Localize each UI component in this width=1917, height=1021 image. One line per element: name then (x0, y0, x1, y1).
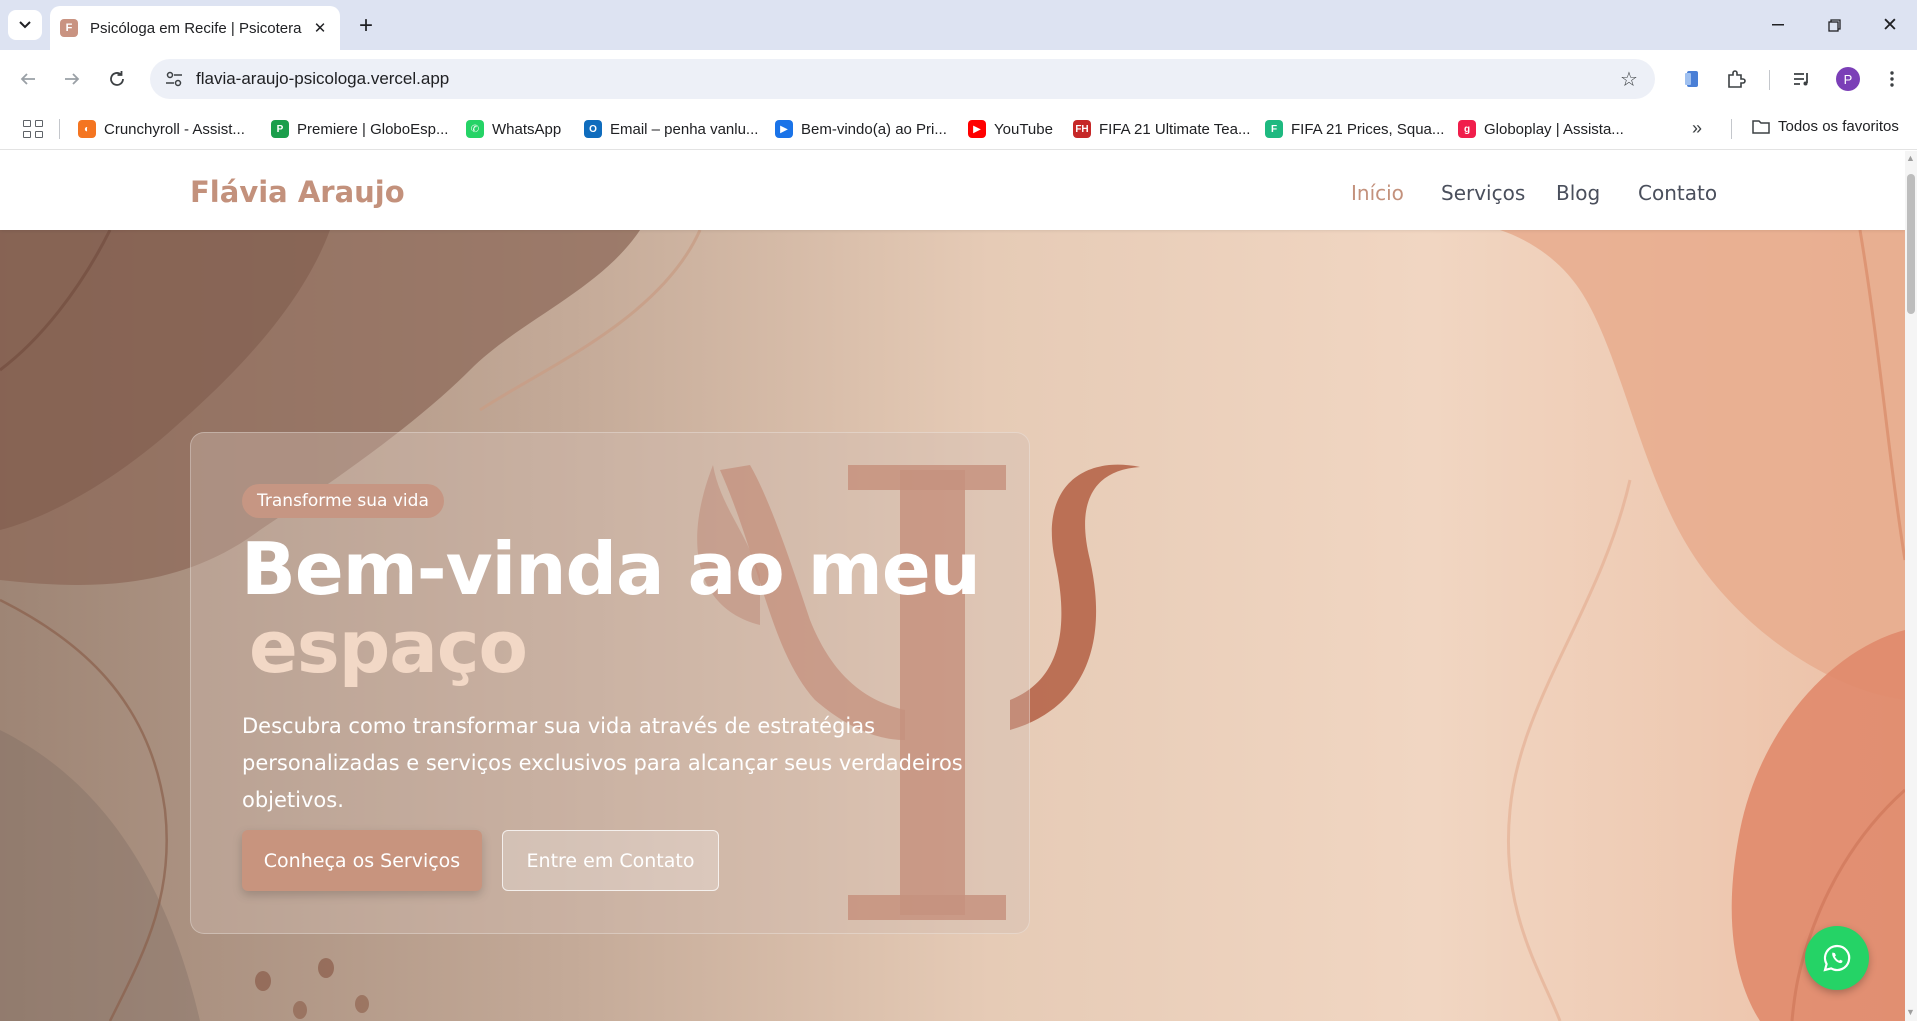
bookmark-label: FIFA 21 Prices, Squa... (1291, 120, 1445, 138)
bookmark-label: Email – penha vanlu... (610, 120, 759, 138)
bookmarks-bar: ◐ Crunchyroll - Assist... P Premiere | Glob… (0, 108, 1917, 150)
browser-toolbar: flavia-araujo-psicologa.vercel.app ☆ P (0, 50, 1917, 108)
folder-icon (1752, 119, 1770, 134)
more-bookmarks-icon[interactable]: » (1692, 118, 1702, 139)
whatsapp-icon (1823, 944, 1851, 972)
tab-title: Psicóloga em Recife | Psicoterap (90, 19, 302, 37)
site-header: Flávia Araujo Início Serviços Blog Conta… (0, 151, 1905, 230)
all-bookmarks-label: Todos os favoritos (1778, 118, 1899, 135)
close-window-button[interactable]: ✕ (1868, 8, 1912, 42)
bookmark-star-icon[interactable]: ☆ (1617, 67, 1641, 91)
services-button[interactable]: Conheça os Serviços (242, 830, 482, 891)
apps-grid-icon[interactable] (20, 117, 44, 141)
bookmark-label: Globoplay | Assista... (1484, 120, 1624, 138)
bookmark-item[interactable]: ✆ WhatsApp (466, 118, 561, 140)
nav-servicos[interactable]: Serviços (1441, 181, 1525, 205)
back-button[interactable] (12, 63, 44, 95)
hero-badge: Transforme sua vida (242, 484, 444, 518)
bookmark-item[interactable]: P Premiere | GloboEsp... (271, 118, 448, 140)
tab-strip: F Psicóloga em Recife | Psicoterap ✕ + ✕ (0, 0, 1917, 50)
reading-mode-icon[interactable] (1676, 63, 1708, 95)
page-viewport: Flávia Araujo Início Serviços Blog Conta… (0, 151, 1905, 1021)
bookmark-item[interactable]: ▶ YouTube (968, 118, 1053, 140)
bookmark-label: Bem-vindo(a) ao Pri... (801, 120, 947, 138)
active-tab[interactable]: F Psicóloga em Recife | Psicoterap ✕ (50, 6, 340, 50)
scrollbar-thumb[interactable] (1907, 174, 1915, 314)
bookmark-item[interactable]: O Email – penha vanlu... (584, 118, 758, 140)
hero-description: Descubra como transformar sua vida atrav… (242, 714, 963, 812)
bookmark-label: Premiere | GloboEsp... (297, 120, 449, 138)
media-control-icon[interactable] (1786, 63, 1818, 95)
extensions-icon[interactable] (1720, 63, 1752, 95)
close-icon[interactable]: ✕ (310, 18, 330, 38)
hero-card: Transforme sua vida Bem-vinda ao meu esp… (190, 432, 1030, 934)
bookmark-label: FIFA 21 Ultimate Tea... (1099, 120, 1251, 138)
bookmark-label: YouTube (994, 120, 1053, 138)
forward-button[interactable] (56, 63, 88, 95)
tab-search-button[interactable] (8, 10, 42, 40)
bookmark-favicon-icon: F (1265, 120, 1283, 138)
site-logo[interactable]: Flávia Araujo (190, 175, 405, 209)
restore-button[interactable] (1812, 8, 1856, 42)
bookmark-favicon-icon: P (271, 120, 289, 138)
scroll-down-arrow-icon[interactable]: ▼ (1906, 1007, 1915, 1017)
bookmark-item[interactable]: ◐ Crunchyroll - Assist... (78, 118, 245, 140)
bookmark-favicon-icon: O (584, 120, 602, 138)
page-scrollbar[interactable]: ▲ ▼ (1905, 151, 1917, 1021)
hero-headline-accent: espaço (249, 605, 528, 689)
arrow-left-icon (20, 73, 35, 85)
bookmark-item[interactable]: g Globoplay | Assista... (1458, 118, 1624, 140)
site-favicon-icon: F (60, 19, 78, 37)
bookmark-label: WhatsApp (492, 120, 562, 138)
reload-icon (110, 71, 124, 86)
nav-blog[interactable]: Blog (1556, 181, 1600, 205)
toolbar-divider (1769, 70, 1770, 90)
bookmarks-divider (1731, 119, 1732, 139)
whatsapp-float-button[interactable] (1805, 926, 1869, 990)
bookmark-label: Crunchyroll - Assist... (104, 120, 245, 138)
profile-avatar[interactable]: P (1836, 67, 1860, 91)
bookmark-favicon-icon: g (1458, 120, 1476, 138)
minimize-icon (1772, 24, 1784, 26)
chevron-down-icon (19, 21, 31, 29)
bookmarks-divider (59, 119, 60, 139)
url-text[interactable]: flavia-araujo-psicologa.vercel.app (196, 69, 449, 89)
bookmark-favicon-icon: FH (1073, 120, 1091, 138)
bookmark-favicon-icon: ✆ (466, 120, 484, 138)
bookmark-item[interactable]: ▶ Bem-vindo(a) ao Pri... (775, 118, 947, 140)
bookmark-favicon-icon: ▶ (968, 120, 986, 138)
new-tab-button[interactable]: + (352, 12, 380, 40)
restore-icon (1827, 18, 1841, 32)
address-bar[interactable]: flavia-araujo-psicologa.vercel.app ☆ (150, 59, 1655, 99)
reload-button[interactable] (101, 63, 133, 95)
nav-contato[interactable]: Contato (1638, 181, 1717, 205)
minimize-button[interactable] (1756, 8, 1800, 42)
site-info-icon[interactable] (162, 67, 186, 91)
bookmark-item[interactable]: FH FIFA 21 Ultimate Tea... (1073, 118, 1250, 140)
bookmark-favicon-icon: ◐ (78, 120, 96, 138)
contact-button[interactable]: Entre em Contato (502, 830, 719, 891)
nav-inicio[interactable]: Início (1351, 181, 1404, 205)
all-bookmarks-folder[interactable]: Todos os favoritos (1752, 118, 1899, 135)
more-menu-icon[interactable] (1876, 63, 1908, 95)
hero-section: Transforme sua vida Bem-vinda ao meu esp… (0, 230, 1905, 1021)
hero-headline: Bem-vinda ao meu (241, 527, 981, 611)
arrow-right-icon (65, 73, 80, 85)
bookmark-favicon-icon: ▶ (775, 120, 793, 138)
scroll-up-arrow-icon[interactable]: ▲ (1906, 153, 1915, 163)
bookmark-item[interactable]: F FIFA 21 Prices, Squa... (1265, 118, 1444, 140)
